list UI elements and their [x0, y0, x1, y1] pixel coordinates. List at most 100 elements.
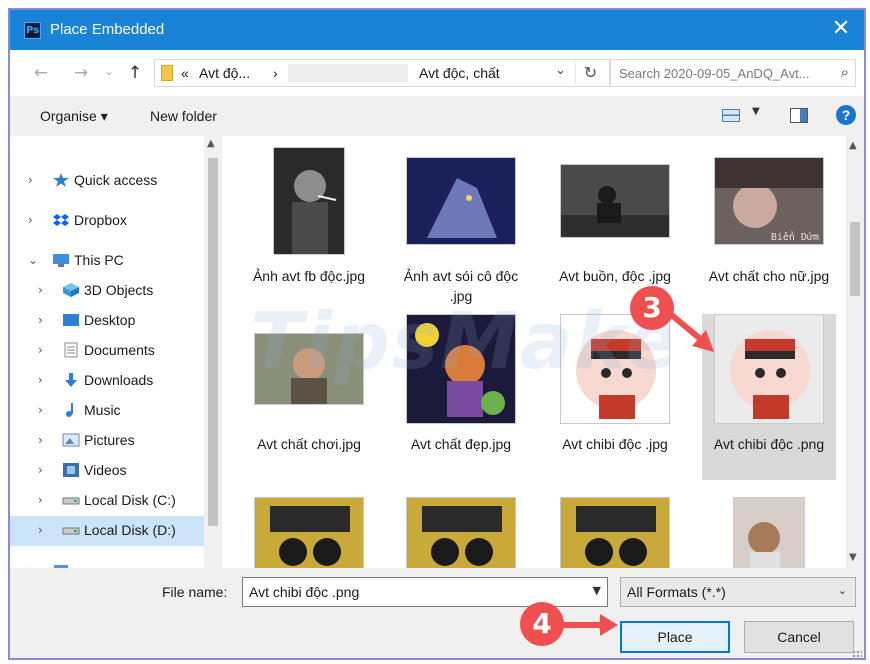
chevron-right-icon[interactable]: › [38, 433, 43, 447]
file-item[interactable] [548, 482, 682, 568]
organise-menu-button[interactable]: Organise ▾ [40, 108, 108, 125]
chevron-down-icon[interactable]: ⌄ [28, 253, 38, 267]
scroll-up-arrow-icon[interactable]: ▲ [207, 138, 215, 149]
chevron-right-icon[interactable]: › [38, 343, 43, 357]
file-name: Avt chibi độc .png [713, 436, 825, 452]
search-input[interactable]: Search 2020-09-05_AnDQ_Avt... ⌕ [610, 59, 856, 87]
documents-icon [62, 342, 80, 358]
sidebar-item-label: Documents [84, 342, 155, 358]
chevron-right-icon[interactable]: › [38, 313, 43, 327]
file-name-dropdown-icon[interactable]: ▼ [593, 584, 601, 597]
refresh-icon[interactable]: ↻ [575, 62, 605, 84]
nav-scrollbar[interactable]: ▲ [204, 136, 222, 568]
file-item[interactable] [242, 482, 376, 568]
pc-icon [52, 252, 70, 268]
file-item[interactable] [394, 482, 528, 568]
chevron-right-icon[interactable]: › [28, 213, 33, 227]
address-row: ← → ⌄ ↑ « Avt độ... › Avt độc, chất ⌄ ↻ … [10, 50, 864, 96]
forward-arrow-icon[interactable]: → [70, 62, 92, 84]
file-thumbnail [254, 497, 364, 568]
back-arrow-icon[interactable]: ← [30, 62, 52, 84]
chevron-right-icon[interactable]: › [28, 173, 33, 187]
place-embedded-dialog: Ps Place Embedded ✕ ← → ⌄ ↑ « Avt độ... … [8, 8, 866, 660]
change-view-icon[interactable] [722, 109, 740, 122]
resize-grip-icon[interactable] [852, 650, 862, 658]
sidebar-item-label: Quick access [74, 172, 158, 188]
chevron-right-icon[interactable]: › [38, 283, 43, 297]
file-name: Avt chibi độc .jpg [562, 436, 668, 452]
navigation-pane: › Quick access › Dropbox ⌄ This PC › 3D Objects… [10, 136, 224, 568]
file-scrollbar-thumb[interactable] [850, 222, 860, 296]
sidebar-item-documents[interactable]: › Documents [10, 336, 204, 366]
recent-locations-chevron-icon[interactable]: ⌄ [98, 60, 120, 82]
chevron-right-icon[interactable]: › [38, 523, 43, 537]
chevron-right-icon[interactable]: › [38, 373, 43, 387]
file-format-select[interactable]: All Formats (*.*) ⌄ [620, 577, 856, 607]
preview-pane-icon[interactable] [790, 108, 808, 123]
search-placeholder: Search 2020-09-05_AnDQ_Avt... [619, 66, 810, 81]
scroll-up-arrow-icon[interactable]: ▲ [849, 140, 857, 151]
chevron-right-icon[interactable]: › [38, 403, 43, 417]
breadcrumb-parent[interactable]: Avt độ... [199, 65, 250, 81]
file-item[interactable]: Avt buồn, độc .jpg [548, 146, 682, 312]
sidebar-item-quick-access[interactable]: › Quick access [10, 166, 204, 196]
file-item[interactable]: Ảnh avt sói cô độc .jpg [394, 146, 528, 312]
sidebar-item-local-disk-d[interactable]: › Local Disk (D:) [10, 516, 204, 546]
file-thumbnail [273, 147, 345, 255]
file-name: Avt buồn, độc .jpg [559, 268, 671, 284]
watermark-logo: TipsMake [250, 297, 678, 387]
desktop-icon [62, 312, 80, 328]
sidebar-item-downloads[interactable]: › Downloads [10, 366, 204, 396]
file-item[interactable]: Biển Dứm Avt chất cho nữ.jpg [702, 146, 836, 312]
command-toolbar: Organise ▾ New folder ▼ ? [10, 96, 864, 136]
breadcrumb-separator-icon: › [273, 65, 278, 81]
dropbox-icon [52, 212, 70, 228]
file-thumbnail [733, 497, 805, 568]
file-thumbnail [560, 164, 670, 238]
sidebar-item-local-disk-c[interactable]: › Local Disk (C:) [10, 486, 204, 516]
file-item[interactable]: Ảnh avt fb độc.jpg [242, 146, 376, 312]
sidebar-item-network[interactable]: › [10, 556, 204, 568]
file-format-value: All Formats (*.*) [627, 584, 726, 600]
watermark: TipsMake [250, 296, 678, 405]
file-item[interactable] [702, 482, 836, 568]
breadcrumb-current[interactable]: Avt độc, chất [419, 65, 500, 81]
file-name-value: Avt chibi độc .png [249, 584, 360, 600]
sidebar-item-dropbox[interactable]: › Dropbox [10, 206, 204, 236]
photoshop-icon: Ps [24, 22, 41, 39]
sidebar-item-desktop[interactable]: › Desktop [10, 306, 204, 336]
sidebar-item-this-pc[interactable]: ⌄ This PC [10, 246, 204, 276]
scroll-down-arrow-icon[interactable]: ▼ [849, 552, 857, 563]
chevron-right-icon[interactable]: › [38, 463, 43, 477]
sidebar-item-label: Videos [84, 462, 127, 478]
nav-scrollbar-thumb[interactable] [208, 158, 218, 526]
videos-icon [62, 462, 80, 478]
file-name-input[interactable]: Avt chibi độc .png ▼ [242, 577, 608, 607]
help-icon[interactable]: ? [836, 105, 856, 125]
sidebar-item-music[interactable]: › Music [10, 396, 204, 426]
close-icon[interactable]: ✕ [826, 14, 856, 44]
new-folder-button[interactable]: New folder [150, 108, 217, 124]
chevron-right-icon[interactable]: › [38, 493, 43, 507]
step-4-arrow-icon [560, 614, 618, 636]
file-name: Ảnh avt fb độc.jpg [252, 268, 366, 284]
file-scrollbar[interactable]: ▲ ▼ [846, 136, 864, 568]
thumbnail-caption: Biển Dứm [771, 231, 819, 243]
up-arrow-icon[interactable]: ↑ [124, 62, 146, 84]
sidebar-item-3d-objects[interactable]: › 3D Objects [10, 276, 204, 306]
cancel-button[interactable]: Cancel [744, 621, 854, 653]
sidebar-item-videos[interactable]: › Videos [10, 456, 204, 486]
address-bar[interactable]: « Avt độ... › Avt độc, chất ⌄ ↻ [154, 59, 610, 87]
sidebar-item-pictures[interactable]: › Pictures [10, 426, 204, 456]
sidebar-item-label: Local Disk (C:) [84, 492, 176, 508]
download-icon [62, 372, 80, 388]
star-icon [52, 172, 70, 188]
view-options-dropdown-icon[interactable]: ▼ [752, 106, 760, 117]
place-button[interactable]: Place [620, 621, 730, 653]
sidebar-item-label: Downloads [84, 372, 154, 388]
redacted-path [288, 64, 408, 82]
file-thumbnail: Biển Dứm [714, 157, 824, 245]
breadcrumb-overflow[interactable]: « [181, 65, 189, 81]
address-dropdown-icon[interactable]: ⌄ [555, 63, 566, 78]
search-icon[interactable]: ⌕ [841, 63, 849, 81]
